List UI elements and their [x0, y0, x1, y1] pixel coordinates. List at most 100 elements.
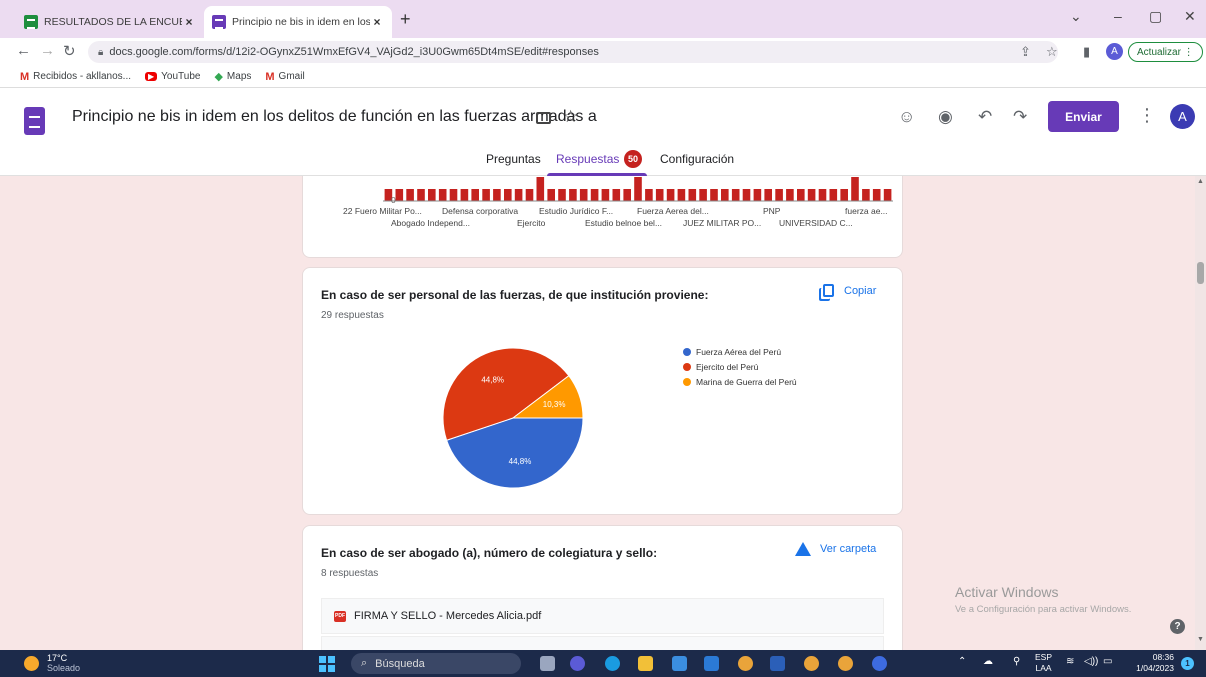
folder-icon[interactable]	[536, 112, 551, 124]
restore-icon[interactable]: ▢	[1149, 8, 1162, 25]
windows-start-icon[interactable]	[319, 656, 335, 672]
bar	[840, 189, 848, 201]
system-clock[interactable]: 08:36 1/04/2023	[1126, 652, 1174, 674]
show-hidden-icons-icon[interactable]: ⌃	[958, 656, 966, 667]
bar	[590, 189, 599, 201]
chat-icon[interactable]	[570, 656, 585, 671]
tab-preguntas[interactable]: Preguntas	[486, 152, 541, 166]
bookmark-youtube[interactable]: ▶ YouTube	[145, 71, 200, 82]
form-tabs: Preguntas Respuestas 50 Configuración	[0, 150, 1206, 176]
responses-count-badge: 50	[624, 150, 642, 168]
weather-widget[interactable]: 17°C Soleado	[24, 653, 80, 673]
tab-search-chevron-icon[interactable]: ⌄	[1070, 8, 1082, 25]
file-upload-card: En caso de ser abogado (a), número de co…	[302, 525, 903, 650]
language-indicator[interactable]: ESP LAA	[1035, 652, 1052, 674]
bar	[482, 189, 490, 201]
file-item[interactable]: PDF FIRMA Y SELLO - Mercedes Alicia.pdf	[321, 598, 884, 634]
date: 1/04/2023	[1136, 663, 1174, 673]
mail-icon[interactable]	[704, 656, 719, 671]
onedrive-icon[interactable]: ☁	[983, 656, 993, 667]
maps-icon: ◆	[214, 71, 223, 83]
forward-arrow-icon[interactable]: →	[40, 42, 55, 59]
side-panel-icon[interactable]: ▮	[1083, 44, 1090, 60]
scroll-up-arrow-icon[interactable]: ▲	[1197, 178, 1204, 185]
send-button[interactable]: Enviar	[1048, 101, 1119, 132]
redo-icon[interactable]: ↷	[1013, 107, 1027, 127]
profile-icon[interactable]: A	[1106, 43, 1123, 60]
browser-toolbar: ← → ↻ 🔒︎ docs.google.com/forms/d/12i2-OG…	[0, 38, 1206, 66]
x-tick-label: Defensa corporativa	[442, 206, 519, 216]
tab-principio[interactable]: Principio ne bis in idem en los de ×	[204, 6, 392, 38]
back-arrow-icon[interactable]: ←	[16, 42, 31, 59]
share-icon[interactable]: ⇪	[1020, 44, 1031, 60]
bookmark-gmail[interactable]: M Gmail	[265, 71, 304, 83]
address-bar[interactable]: 🔒︎ docs.google.com/forms/d/12i2-OGynxZ51…	[88, 41, 1058, 63]
reload-icon[interactable]: ↻	[63, 42, 76, 60]
star-icon[interactable]: ☆	[563, 107, 578, 127]
question-title: En caso de ser abogado (a), número de co…	[321, 546, 658, 560]
chrome-window-icon[interactable]	[838, 656, 853, 671]
battery-icon[interactable]: ▭	[1103, 656, 1112, 667]
zoom-icon[interactable]	[872, 656, 887, 671]
bar	[677, 189, 686, 201]
volume-icon[interactable]: ◁))	[1084, 656, 1098, 667]
bookmark-recibidos[interactable]: M Recibidos - akllanos...	[20, 71, 131, 83]
tab-close-icon[interactable]: ×	[370, 15, 384, 29]
update-label: Actualizar	[1137, 46, 1181, 58]
file-explorer-icon[interactable]	[638, 656, 653, 671]
bookmark-star-icon[interactable]: ☆	[1046, 44, 1058, 60]
x-tick-label: Fuerza Aerea del...	[637, 206, 709, 216]
legend-item: Marina de Guerra del Perú	[683, 377, 797, 387]
bar	[438, 189, 447, 201]
window-close-icon[interactable]: ✕	[1184, 8, 1196, 25]
x-tick-label: Abogado Independ...	[391, 218, 470, 228]
scroll-thumb[interactable]	[1197, 262, 1204, 284]
bar	[775, 189, 783, 201]
edge-icon[interactable]	[605, 656, 620, 671]
gmail-icon: M	[265, 70, 275, 83]
windows-taskbar: 17°C Soleado ⌕ Búsqueda ⌃ ☁ ⚲ ESP LAA ≋ …	[0, 650, 1206, 677]
file-item[interactable]	[321, 636, 884, 650]
word-icon[interactable]	[770, 656, 785, 671]
view-folder-button[interactable]: Ver carpeta	[795, 542, 876, 556]
chrome-icon[interactable]	[738, 656, 753, 671]
minimize-icon[interactable]: –	[1114, 8, 1122, 24]
more-options-icon[interactable]: ⋮	[1138, 105, 1156, 126]
tab-close-icon[interactable]: ×	[182, 15, 196, 29]
bar	[655, 189, 664, 201]
forms-header: Principio ne bis in idem en los delitos …	[0, 88, 1206, 176]
google-forms-icon[interactable]	[24, 107, 45, 135]
undo-icon[interactable]: ↶	[978, 107, 992, 127]
bar	[406, 189, 414, 201]
browser-tab-strip: RESULTADOS DE LA ENCUESTA - × Principio …	[0, 0, 1206, 38]
form-title[interactable]: Principio ne bis in idem en los delitos …	[72, 108, 597, 126]
task-view-icon[interactable]	[540, 656, 555, 671]
youtube-icon: ▶	[145, 72, 158, 81]
bar	[612, 189, 621, 201]
tab-respuestas[interactable]: Respuestas	[556, 152, 619, 166]
bar	[428, 189, 436, 201]
bookmark-maps[interactable]: ◆ Maps	[214, 70, 251, 83]
file-name: FIRMA Y SELLO - Mercedes Alicia.pdf	[354, 610, 542, 622]
preview-eye-icon[interactable]: ◉	[938, 107, 953, 127]
notification-badge[interactable]: 1	[1181, 657, 1194, 670]
wifi-icon[interactable]: ≋	[1066, 656, 1074, 667]
new-tab-button[interactable]: +	[400, 9, 411, 30]
tab-configuracion[interactable]: Configuración	[660, 152, 734, 166]
store-icon[interactable]	[672, 656, 687, 671]
bar	[862, 189, 870, 201]
legend-swatch	[683, 348, 691, 356]
palette-icon[interactable]: ☺	[898, 107, 915, 127]
scroll-down-arrow-icon[interactable]: ▼	[1197, 636, 1204, 643]
usb-icon[interactable]: ⚲	[1013, 656, 1020, 667]
update-button[interactable]: Actualizar ⋮	[1128, 42, 1203, 62]
view-folder-label: Ver carpeta	[820, 543, 877, 555]
chrome-profile-icon[interactable]	[804, 656, 819, 671]
taskbar-search[interactable]: ⌕ Búsqueda	[351, 653, 521, 674]
page-scrollbar[interactable]: ▲ ▼	[1195, 176, 1206, 650]
pie-slice-label: 10,3%	[543, 400, 566, 409]
weather-condition: Soleado	[47, 663, 81, 673]
help-icon[interactable]: ?	[1170, 619, 1185, 634]
avatar[interactable]: A	[1170, 104, 1195, 129]
tab-resultados[interactable]: RESULTADOS DE LA ENCUESTA - ×	[16, 6, 204, 38]
